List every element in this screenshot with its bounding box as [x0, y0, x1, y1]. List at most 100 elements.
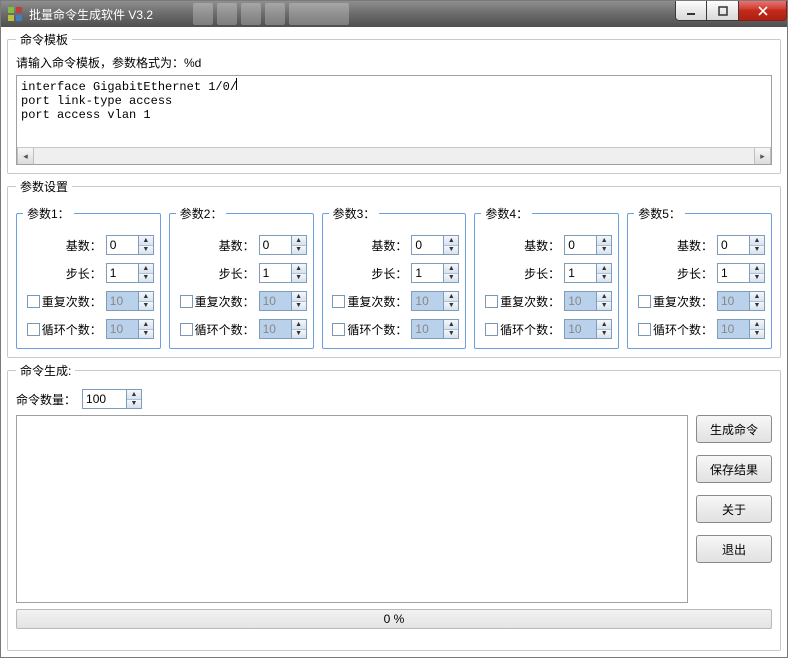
spinner-down-icon[interactable]: ▼ — [444, 245, 458, 255]
spinner-up-icon[interactable]: ▲ — [139, 292, 153, 301]
base-spinner[interactable]: 0▲▼ — [259, 235, 307, 255]
loop-checkbox[interactable] — [638, 323, 651, 336]
repeat-checkbox[interactable] — [638, 295, 651, 308]
scroll-right-icon[interactable]: ▸ — [754, 148, 771, 164]
loop-spinner[interactable]: 10▲▼ — [717, 319, 765, 339]
spinner-down-icon[interactable]: ▼ — [597, 245, 611, 255]
base-spinner-value[interactable]: 0 — [259, 235, 291, 255]
repeat-checkbox[interactable] — [332, 295, 345, 308]
repeat-spinner-value[interactable]: 10 — [564, 291, 596, 311]
loop-checkbox[interactable] — [27, 323, 40, 336]
base-spinner[interactable]: 0▲▼ — [106, 235, 154, 255]
loop-spinner-value[interactable]: 10 — [411, 319, 443, 339]
base-spinner-value[interactable]: 0 — [106, 235, 138, 255]
step-spinner-value[interactable]: 1 — [717, 263, 749, 283]
step-spinner-value[interactable]: 1 — [411, 263, 443, 283]
spinner-up-icon[interactable]: ▲ — [127, 390, 141, 399]
spinner-down-icon[interactable]: ▼ — [597, 301, 611, 311]
spinner-up-icon[interactable]: ▲ — [597, 292, 611, 301]
spinner-up-icon[interactable]: ▲ — [750, 292, 764, 301]
exit-button[interactable]: 退出 — [696, 535, 772, 563]
spinner-up-icon[interactable]: ▲ — [444, 292, 458, 301]
output-textarea[interactable] — [16, 415, 688, 603]
scroll-left-icon[interactable]: ◂ — [17, 148, 34, 164]
spinner-up-icon[interactable]: ▲ — [597, 236, 611, 245]
save-button[interactable]: 保存结果 — [696, 455, 772, 483]
spinner-up-icon[interactable]: ▲ — [597, 264, 611, 273]
scroll-track[interactable] — [34, 148, 754, 164]
spinner-down-icon[interactable]: ▼ — [139, 273, 153, 283]
spinner-up-icon[interactable]: ▲ — [292, 236, 306, 245]
spinner-down-icon[interactable]: ▼ — [139, 329, 153, 339]
command-count-spinner[interactable]: 100 ▲ ▼ — [82, 389, 142, 409]
spinner-up-icon[interactable]: ▲ — [139, 236, 153, 245]
base-spinner[interactable]: 0▲▼ — [717, 235, 765, 255]
base-spinner-value[interactable]: 0 — [411, 235, 443, 255]
loop-checkbox[interactable] — [332, 323, 345, 336]
close-button[interactable] — [739, 1, 787, 21]
spinner-up-icon[interactable]: ▲ — [750, 236, 764, 245]
step-spinner[interactable]: 1▲▼ — [564, 263, 612, 283]
spinner-down-icon[interactable]: ▼ — [750, 301, 764, 311]
spinner-down-icon[interactable]: ▼ — [292, 301, 306, 311]
loop-spinner[interactable]: 10▲▼ — [564, 319, 612, 339]
spinner-down-icon[interactable]: ▼ — [597, 273, 611, 283]
generate-button[interactable]: 生成命令 — [696, 415, 772, 443]
step-spinner-value[interactable]: 1 — [259, 263, 291, 283]
spinner-down-icon[interactable]: ▼ — [750, 245, 764, 255]
spinner-up-icon[interactable]: ▲ — [139, 264, 153, 273]
repeat-spinner-value[interactable]: 10 — [106, 291, 138, 311]
spinner-down-icon[interactable]: ▼ — [139, 245, 153, 255]
spinner-down-icon[interactable]: ▼ — [127, 399, 141, 409]
spinner-up-icon[interactable]: ▲ — [597, 320, 611, 329]
spinner-down-icon[interactable]: ▼ — [444, 273, 458, 283]
spinner-up-icon[interactable]: ▲ — [292, 320, 306, 329]
spinner-up-icon[interactable]: ▲ — [444, 236, 458, 245]
step-spinner-value[interactable]: 1 — [564, 263, 596, 283]
spinner-up-icon[interactable]: ▲ — [292, 292, 306, 301]
spinner-down-icon[interactable]: ▼ — [750, 329, 764, 339]
spinner-up-icon[interactable]: ▲ — [444, 264, 458, 273]
repeat-checkbox[interactable] — [485, 295, 498, 308]
spinner-up-icon[interactable]: ▲ — [139, 320, 153, 329]
loop-spinner[interactable]: 10▲▼ — [106, 319, 154, 339]
repeat-spinner-value[interactable]: 10 — [411, 291, 443, 311]
command-count-value[interactable]: 100 — [82, 389, 126, 409]
spinner-down-icon[interactable]: ▼ — [292, 329, 306, 339]
spinner-down-icon[interactable]: ▼ — [139, 301, 153, 311]
repeat-checkbox[interactable] — [27, 295, 40, 308]
spinner-up-icon[interactable]: ▲ — [292, 264, 306, 273]
repeat-spinner-value[interactable]: 10 — [259, 291, 291, 311]
base-spinner[interactable]: 0▲▼ — [411, 235, 459, 255]
spinner-down-icon[interactable]: ▼ — [292, 245, 306, 255]
spinner-down-icon[interactable]: ▼ — [597, 329, 611, 339]
step-spinner[interactable]: 1▲▼ — [106, 263, 154, 283]
spinner-down-icon[interactable]: ▼ — [444, 301, 458, 311]
minimize-button[interactable] — [675, 1, 707, 21]
repeat-spinner[interactable]: 10▲▼ — [411, 291, 459, 311]
repeat-spinner-value[interactable]: 10 — [717, 291, 749, 311]
maximize-button[interactable] — [707, 1, 739, 21]
base-spinner[interactable]: 0▲▼ — [564, 235, 612, 255]
loop-spinner-value[interactable]: 10 — [717, 319, 749, 339]
spinner-down-icon[interactable]: ▼ — [292, 273, 306, 283]
loop-spinner[interactable]: 10▲▼ — [411, 319, 459, 339]
about-button[interactable]: 关于 — [696, 495, 772, 523]
loop-spinner-value[interactable]: 10 — [564, 319, 596, 339]
spinner-up-icon[interactable]: ▲ — [444, 320, 458, 329]
spinner-up-icon[interactable]: ▲ — [750, 320, 764, 329]
repeat-spinner[interactable]: 10▲▼ — [717, 291, 765, 311]
loop-checkbox[interactable] — [485, 323, 498, 336]
step-spinner[interactable]: 1▲▼ — [259, 263, 307, 283]
base-spinner-value[interactable]: 0 — [717, 235, 749, 255]
loop-spinner-value[interactable]: 10 — [259, 319, 291, 339]
loop-spinner[interactable]: 10▲▼ — [259, 319, 307, 339]
repeat-checkbox[interactable] — [180, 295, 193, 308]
base-spinner-value[interactable]: 0 — [564, 235, 596, 255]
step-spinner[interactable]: 1▲▼ — [717, 263, 765, 283]
step-spinner-value[interactable]: 1 — [106, 263, 138, 283]
loop-spinner-value[interactable]: 10 — [106, 319, 138, 339]
template-textarea[interactable]: interface GigabitEthernet 1/0/ port link… — [16, 75, 772, 165]
repeat-spinner[interactable]: 10▲▼ — [106, 291, 154, 311]
repeat-spinner[interactable]: 10▲▼ — [564, 291, 612, 311]
